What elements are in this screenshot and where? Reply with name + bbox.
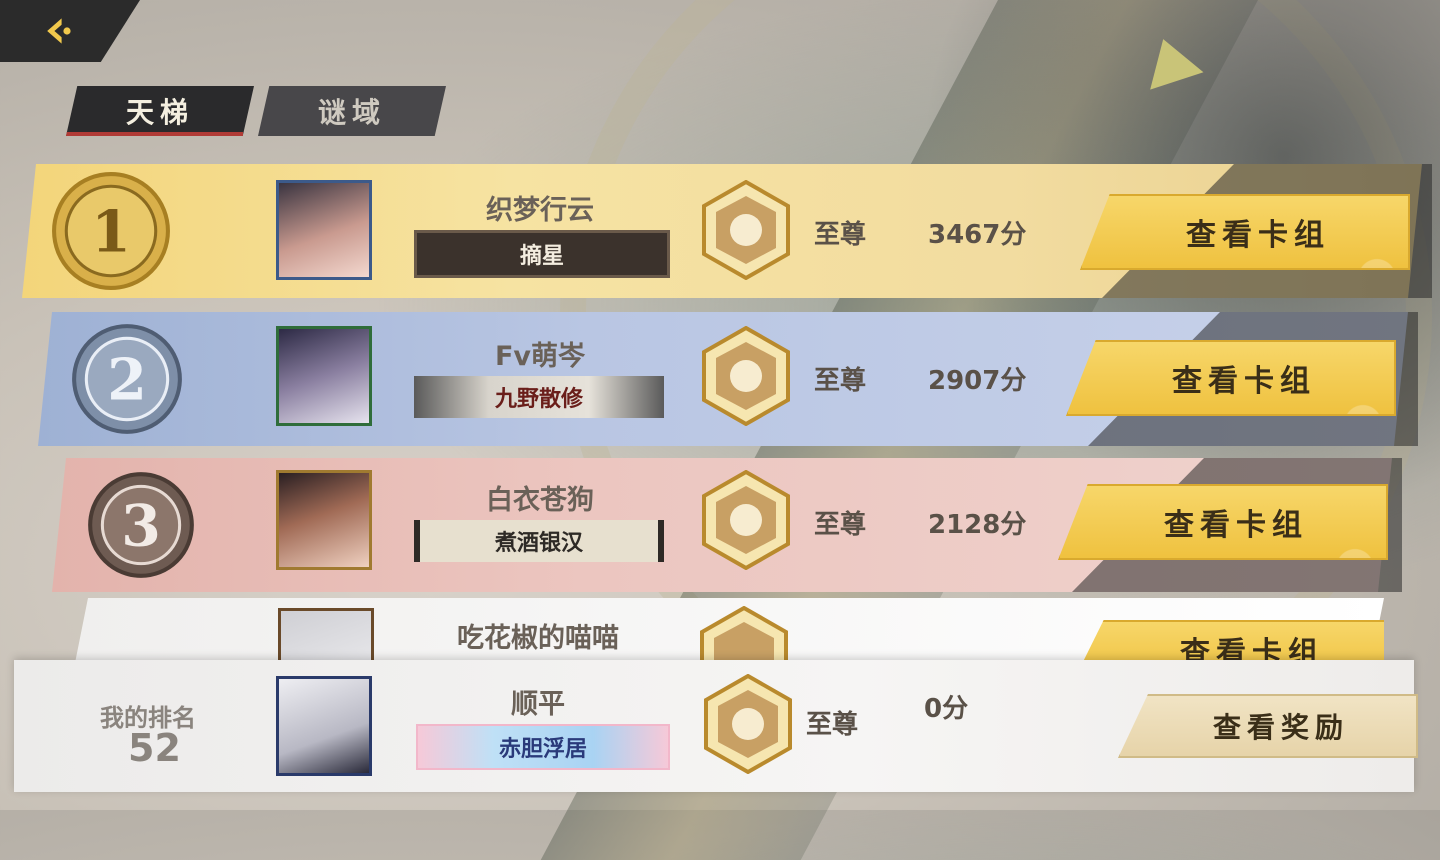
rank-3-badge-icon: 3 — [88, 472, 194, 578]
supreme-tier-icon — [700, 606, 788, 668]
player-title: 摘星 — [414, 230, 670, 278]
player-avatar[interactable] — [276, 470, 372, 570]
player-avatar[interactable] — [276, 180, 372, 280]
player-title: 煮酒银汉 — [414, 520, 664, 562]
player-name: 吃花椒的喵喵 — [457, 623, 619, 654]
supreme-tier-icon — [702, 326, 790, 426]
supreme-tier-icon — [704, 674, 792, 774]
tab-bar: 天梯 谜域 — [66, 86, 450, 136]
rank-1-badge-icon: 1 — [52, 172, 170, 290]
player-title: 九野散修 — [414, 376, 664, 418]
back-button[interactable] — [0, 0, 140, 62]
score-label: 0分 — [924, 694, 969, 724]
score-label: 3467分 — [928, 220, 1027, 250]
player-name: Fv萌岑 — [494, 341, 586, 372]
view-deck-button[interactable]: 查看卡组 — [1080, 194, 1410, 270]
my-rank-panel: 我的排名 52 顺平 赤胆浮居 至尊 0分 查看奖励 — [14, 660, 1418, 792]
rank-2-badge-icon: 2 — [72, 324, 182, 434]
tier-label: 至尊 — [806, 710, 859, 740]
supreme-tier-icon — [702, 180, 790, 280]
player-avatar[interactable] — [278, 608, 374, 668]
view-deck-button[interactable]: 查看卡组 — [1058, 484, 1388, 560]
leaderboard-row-1: 1 织梦行云 摘星 至尊 3467分 查看卡组 — [22, 164, 1432, 298]
player-name: 织梦行云 — [486, 195, 594, 226]
svg-text:2: 2 — [107, 347, 147, 413]
score-label: 2128分 — [928, 510, 1027, 540]
supreme-tier-icon — [702, 470, 790, 570]
player-avatar[interactable] — [276, 326, 372, 426]
leaderboard-row-3: 3 白衣苍狗 煮酒银汉 至尊 2128分 查看卡组 — [52, 458, 1402, 592]
my-rank-number: 52 — [128, 726, 181, 770]
view-rewards-button[interactable]: 查看奖励 — [1118, 694, 1418, 758]
svg-text:3: 3 — [121, 493, 161, 559]
player-name: 白衣苍狗 — [486, 485, 594, 516]
player-title: 赤胆浮居 — [416, 724, 670, 770]
svg-text:1: 1 — [91, 199, 131, 265]
tier-label: 至尊 — [814, 220, 867, 250]
leaderboard-row-4: 吃花椒的喵喵 查看卡组 — [74, 598, 1384, 668]
leaderboard-row-2: 2 Fv萌岑 九野散修 至尊 2907分 查看卡组 — [38, 312, 1418, 446]
tab-ladder[interactable]: 天梯 — [66, 86, 254, 136]
tier-label: 至尊 — [814, 510, 867, 540]
tab-mystery[interactable]: 谜域 — [258, 86, 446, 136]
score-label: 2907分 — [928, 366, 1027, 396]
player-name: 顺平 — [511, 689, 565, 720]
back-arrow-icon — [47, 18, 71, 44]
tier-label: 至尊 — [814, 366, 867, 396]
view-deck-button[interactable]: 查看卡组 — [1066, 340, 1396, 416]
player-avatar[interactable] — [276, 676, 372, 776]
